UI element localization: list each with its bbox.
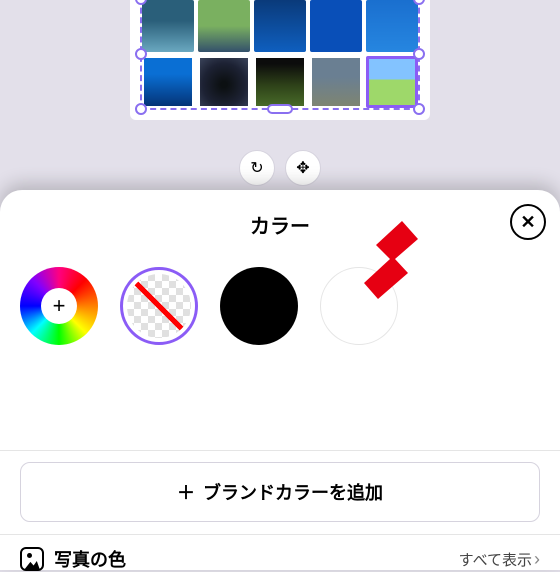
photo-icon: [20, 547, 44, 571]
rotate-button[interactable]: ↻: [239, 150, 275, 186]
grid-thumb[interactable]: [142, 0, 194, 52]
color-sheet: カラー ✕ + ＋ ブランドカラーを追加 写真の色 すべて表示 ›: [0, 190, 560, 570]
add-brand-color-button[interactable]: ＋ ブランドカラーを追加: [20, 462, 540, 522]
photo-colors-label: 写真の色: [54, 546, 459, 572]
document[interactable]: [130, 0, 430, 120]
close-icon: ✕: [520, 212, 535, 233]
color-picker-swatch[interactable]: +: [20, 267, 98, 345]
grid-thumb[interactable]: [254, 56, 306, 108]
grid-thumb[interactable]: [310, 0, 362, 52]
grid-thumb[interactable]: [254, 0, 306, 52]
plus-icon: +: [41, 288, 77, 324]
photo-grid[interactable]: [142, 0, 418, 108]
see-all-label: すべて表示: [459, 549, 532, 570]
grid-thumb[interactable]: [198, 56, 250, 108]
swatch-row: +: [20, 267, 540, 345]
divider: [0, 534, 560, 535]
no-color-swatch[interactable]: [120, 267, 198, 345]
chevron-right-icon: ›: [534, 549, 540, 570]
rotate-icon: ↻: [250, 158, 263, 178]
photo-colors-row[interactable]: 写真の色 すべて表示 ›: [20, 546, 540, 572]
no-color-icon: [127, 274, 191, 338]
canvas-area: ↻ ✥: [0, 0, 560, 190]
brand-button-label: ブランドカラーを追加: [203, 479, 383, 505]
plus-icon: ＋: [177, 479, 195, 505]
floating-toolbar: ↻ ✥: [239, 150, 321, 186]
annotation-arrow: [350, 219, 420, 299]
grid-thumb[interactable]: [366, 0, 418, 52]
move-icon: ✥: [296, 158, 309, 178]
grid-thumb-selected[interactable]: [366, 56, 418, 108]
grid-thumb[interactable]: [198, 0, 250, 52]
color-swatch-black[interactable]: [220, 267, 298, 345]
grid-thumb[interactable]: [142, 56, 194, 108]
close-button[interactable]: ✕: [510, 204, 546, 240]
sheet-title: カラー: [20, 210, 540, 239]
grid-thumb[interactable]: [310, 56, 362, 108]
divider: [0, 450, 560, 451]
move-button[interactable]: ✥: [285, 150, 321, 186]
see-all-link[interactable]: すべて表示 ›: [459, 549, 540, 570]
